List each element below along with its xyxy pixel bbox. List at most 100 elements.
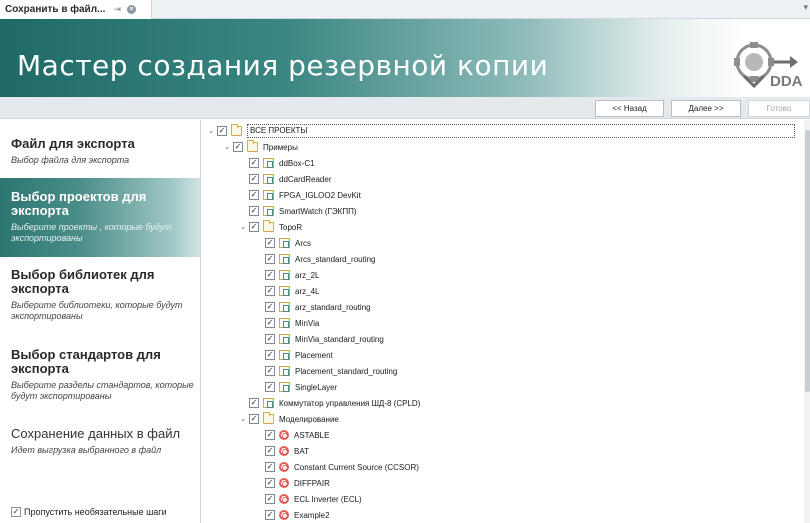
step-title: Выбор стандартов для экспорта <box>11 347 161 376</box>
tree-row[interactable]: ✓ ddBox-C1 <box>249 155 315 171</box>
tree-row[interactable]: ✓ SmartWatch (ГЭКПП) <box>249 203 357 219</box>
skip-optional-steps[interactable]: ✓ Пропустить необязательные шаги <box>11 507 167 517</box>
project-icon <box>279 286 290 296</box>
skip-optional-checkbox[interactable]: ✓ <box>11 507 21 517</box>
scrollbar-thumb[interactable] <box>805 130 810 392</box>
step-save-data[interactable]: Сохранение данных в файл Идет выгрузка в… <box>0 427 200 456</box>
step-title: Файл для экспорта <box>11 136 135 151</box>
tree-checkbox[interactable]: ✓ <box>265 446 275 456</box>
tree-item-label: arz_2L <box>295 270 320 280</box>
tree-row[interactable]: ✓ Constant Current Source (CCSOR) <box>265 459 419 475</box>
pin-icon[interactable]: ⇥ <box>113 4 121 15</box>
logo-icon: DDA <box>734 42 803 90</box>
step-export-file[interactable]: Файл для экспорта Выбор файла для экспор… <box>0 137 200 166</box>
tree-row[interactable]: ✓ FPGA_IGLOO2 DevKit <box>249 187 361 203</box>
tree-row[interactable]: ✓ arz_2L <box>265 267 319 283</box>
backup-wizard-window: Сохранить в файл... ⇥ × ▾ Мастер создани… <box>0 0 810 523</box>
project-icon <box>263 206 274 216</box>
tree-item-label: Моделирование <box>279 414 339 424</box>
tree-checkbox[interactable]: ✓ <box>265 510 275 520</box>
tree-row[interactable]: ✓ Placement <box>265 347 333 363</box>
project-icon <box>279 350 290 360</box>
tree-row[interactable]: ✓ MinVia_standard_routing <box>265 331 384 347</box>
skip-optional-label: Пропустить необязательные шаги <box>24 507 167 517</box>
tree-row[interactable]: ⌄ ✓ Примеры <box>221 139 298 155</box>
tree-row[interactable]: ✓ BAT <box>265 443 309 459</box>
tree-checkbox[interactable]: ✓ <box>265 286 275 296</box>
close-icon[interactable]: × <box>126 5 136 14</box>
tree-checkbox[interactable]: ✓ <box>265 270 275 280</box>
tree-checkbox[interactable]: ✓ <box>249 414 259 424</box>
expand-chevron-icon[interactable]: ⌄ <box>205 127 217 135</box>
project-icon <box>263 158 274 168</box>
tree-checkbox[interactable]: ✓ <box>265 350 275 360</box>
tree-scrollbar[interactable] <box>804 120 810 523</box>
tree-row[interactable]: ✓ Arcs <box>265 235 311 251</box>
tree-row[interactable]: ✓ arz_4L <box>265 283 319 299</box>
project-icon <box>279 334 290 344</box>
step-select-standards[interactable]: Выбор стандартов для экспорта Выберите р… <box>0 348 200 402</box>
tree-row[interactable]: ✓ Example2 <box>265 507 330 523</box>
tree-checkbox[interactable]: ✓ <box>249 174 259 184</box>
folder-icon <box>263 412 274 424</box>
tree-checkbox[interactable]: ✓ <box>265 318 275 328</box>
tree-checkbox[interactable]: ✓ <box>265 462 275 472</box>
tree-row[interactable]: ✓ ASTABLE <box>265 427 329 443</box>
wizard-steps-panel: Файл для экспорта Выбор файла для экспор… <box>0 120 201 523</box>
tree-checkbox[interactable]: ✓ <box>233 142 243 152</box>
tree-item-label: FPGA_IGLOO2 DevKit <box>279 190 361 200</box>
tree-row[interactable]: ⌄ ✓ ВСЕ ПРОЕКТЫ <box>205 123 795 139</box>
tree-item-label: ВСЕ ПРОЕКТЫ <box>247 124 795 138</box>
simulation-icon <box>279 462 289 472</box>
tree-checkbox[interactable]: ✓ <box>265 478 275 488</box>
tree-checkbox[interactable]: ✓ <box>265 334 275 344</box>
tree-checkbox[interactable]: ✓ <box>249 158 259 168</box>
step-description: Выберите проекты , которые будут экспорт… <box>11 222 172 243</box>
finish-button[interactable]: Готово <box>748 100 810 117</box>
tree-row[interactable]: ✓ DIFFPAIR <box>265 475 330 491</box>
tree-row[interactable]: ✓ Arcs_standard_routing <box>265 251 376 267</box>
tab-menu-icon[interactable]: ▾ <box>803 3 808 13</box>
step-select-libraries[interactable]: Выбор библиотек для экспорта Выберите би… <box>0 268 200 322</box>
project-icon <box>279 318 290 328</box>
project-icon <box>263 174 274 184</box>
tree-row[interactable]: ✓ ECL Inverter (ECL) <box>265 491 362 507</box>
tree-checkbox[interactable]: ✓ <box>265 254 275 264</box>
step-select-projects[interactable]: Выбор проектов для экспорта Выберите про… <box>0 178 200 257</box>
expand-chevron-icon[interactable]: ⌄ <box>237 415 249 423</box>
tree-item-label: Constant Current Source (CCSOR) <box>294 462 419 472</box>
tree-checkbox[interactable]: ✓ <box>265 302 275 312</box>
step-description: Идет выгрузка выбранного в файл <box>11 445 162 455</box>
tree-checkbox[interactable]: ✓ <box>249 222 259 232</box>
next-button[interactable]: Далее >> <box>671 100 741 117</box>
tree-checkbox[interactable]: ✓ <box>265 238 275 248</box>
tree-checkbox[interactable]: ✓ <box>217 126 227 136</box>
project-icon <box>279 254 290 264</box>
tree-row[interactable]: ✓ Коммутатор управления ШД-8 (CPLD) <box>249 395 420 411</box>
project-icon <box>279 382 290 392</box>
tree-row[interactable]: ✓ Placement_standard_routing <box>265 363 397 379</box>
tab-save-to-file[interactable]: Сохранить в файл... ⇥ × <box>0 0 152 19</box>
tree-row[interactable]: ✓ arz_standard_routing <box>265 299 371 315</box>
tree-checkbox[interactable]: ✓ <box>249 206 259 216</box>
tree-checkbox[interactable]: ✓ <box>249 398 259 408</box>
tree-checkbox[interactable]: ✓ <box>265 366 275 376</box>
step-title: Сохранение данных в файл <box>11 426 181 441</box>
expand-chevron-icon[interactable]: ⌄ <box>237 223 249 231</box>
tree-item-label: ddBox-C1 <box>279 158 315 168</box>
step-title: Выбор проектов для экспорта <box>11 189 147 218</box>
tree-row[interactable]: ✓ ddCardReader <box>249 171 331 187</box>
tree-row[interactable]: ✓ SingleLayer <box>265 379 337 395</box>
tree-row[interactable]: ⌄ ✓ Моделирование <box>237 411 339 427</box>
tree-row[interactable]: ⌄ ✓ TopoR <box>237 219 302 235</box>
expand-chevron-icon[interactable]: ⌄ <box>221 143 233 151</box>
tree-item-label: Примеры <box>263 142 298 152</box>
tree-item-label: ECL Inverter (ECL) <box>294 494 362 504</box>
tree-item-label: ASTABLE <box>294 430 330 440</box>
tree-row[interactable]: ✓ MinVia <box>265 315 319 331</box>
tree-checkbox[interactable]: ✓ <box>265 494 275 504</box>
tree-checkbox[interactable]: ✓ <box>265 382 275 392</box>
back-button[interactable]: << Назад <box>595 100 664 117</box>
tree-checkbox[interactable]: ✓ <box>265 430 275 440</box>
tree-checkbox[interactable]: ✓ <box>249 190 259 200</box>
